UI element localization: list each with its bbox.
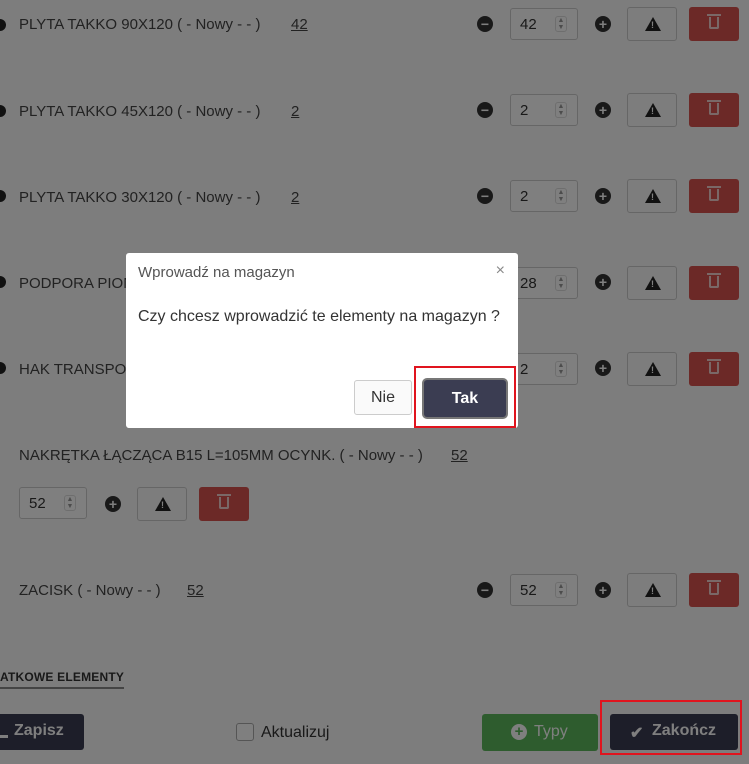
highlight-box	[600, 700, 742, 755]
highlight-box	[414, 366, 516, 428]
dialog-message: Czy chcesz wprowadzić te elementy na mag…	[138, 308, 500, 325]
no-button[interactable]: Nie	[354, 380, 412, 415]
dialog-title: Wprowadź na magazyn	[138, 264, 295, 281]
close-icon[interactable]: ×	[496, 262, 505, 280]
